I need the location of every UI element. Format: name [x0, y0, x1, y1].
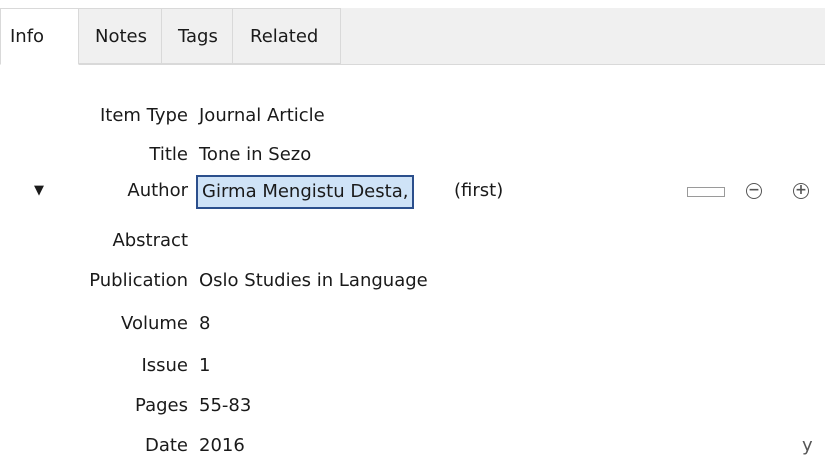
- date-label: Date: [144, 435, 188, 456]
- title-label: Title: [149, 144, 188, 165]
- abstract-row: Abstract: [0, 225, 825, 257]
- date-format-indicator: y: [802, 435, 813, 456]
- switch-field-mode-icon[interactable]: [687, 187, 725, 197]
- tab-related[interactable]: Related: [233, 8, 341, 64]
- item-pane: Info Notes Tags Related Item Type Journa…: [0, 0, 825, 468]
- tab-list: Info Notes Tags Related: [0, 8, 341, 65]
- add-creator-icon[interactable]: +: [793, 183, 809, 199]
- volume-row: Volume 8: [0, 308, 825, 340]
- pages-value[interactable]: 55-83: [199, 390, 251, 422]
- item-type-value[interactable]: Journal Article: [199, 100, 325, 132]
- issue-value[interactable]: 1: [199, 350, 210, 382]
- disclosure-triangle-icon[interactable]: ▼: [34, 175, 44, 207]
- item-type-row: Item Type Journal Article: [0, 100, 825, 132]
- issue-row: Issue 1: [0, 350, 825, 382]
- issue-label: Issue: [141, 355, 188, 376]
- remove-creator-icon[interactable]: −: [746, 183, 762, 199]
- pages-row: Pages 55-83: [0, 390, 825, 422]
- abstract-label[interactable]: Abstract: [112, 225, 188, 257]
- creator-type-label[interactable]: (first): [454, 175, 503, 207]
- author-label[interactable]: Author: [127, 175, 188, 207]
- title-row: Title Tone in Sezo: [0, 139, 825, 171]
- tab-tags[interactable]: Tags: [162, 8, 233, 64]
- publication-value[interactable]: Oslo Studies in Language: [199, 265, 428, 297]
- publication-row: Publication Oslo Studies in Language: [0, 265, 825, 297]
- title-value[interactable]: Tone in Sezo: [199, 139, 311, 171]
- date-row: Date 2016 y: [0, 430, 825, 462]
- pages-label: Pages: [135, 395, 188, 416]
- volume-value[interactable]: 8: [199, 308, 210, 340]
- date-value[interactable]: 2016: [199, 430, 245, 462]
- tab-notes[interactable]: Notes: [79, 8, 162, 64]
- tab-strip: Info Notes Tags Related: [0, 8, 825, 65]
- item-type-label: Item Type: [99, 105, 188, 126]
- author-name-field[interactable]: Girma Mengistu Desta,: [196, 175, 415, 209]
- tab-info[interactable]: Info: [0, 8, 79, 65]
- author-row: ▼ Author Girma Mengistu Desta, (first) −…: [0, 175, 825, 209]
- volume-label: Volume: [121, 313, 188, 334]
- publication-label: Publication: [89, 270, 188, 291]
